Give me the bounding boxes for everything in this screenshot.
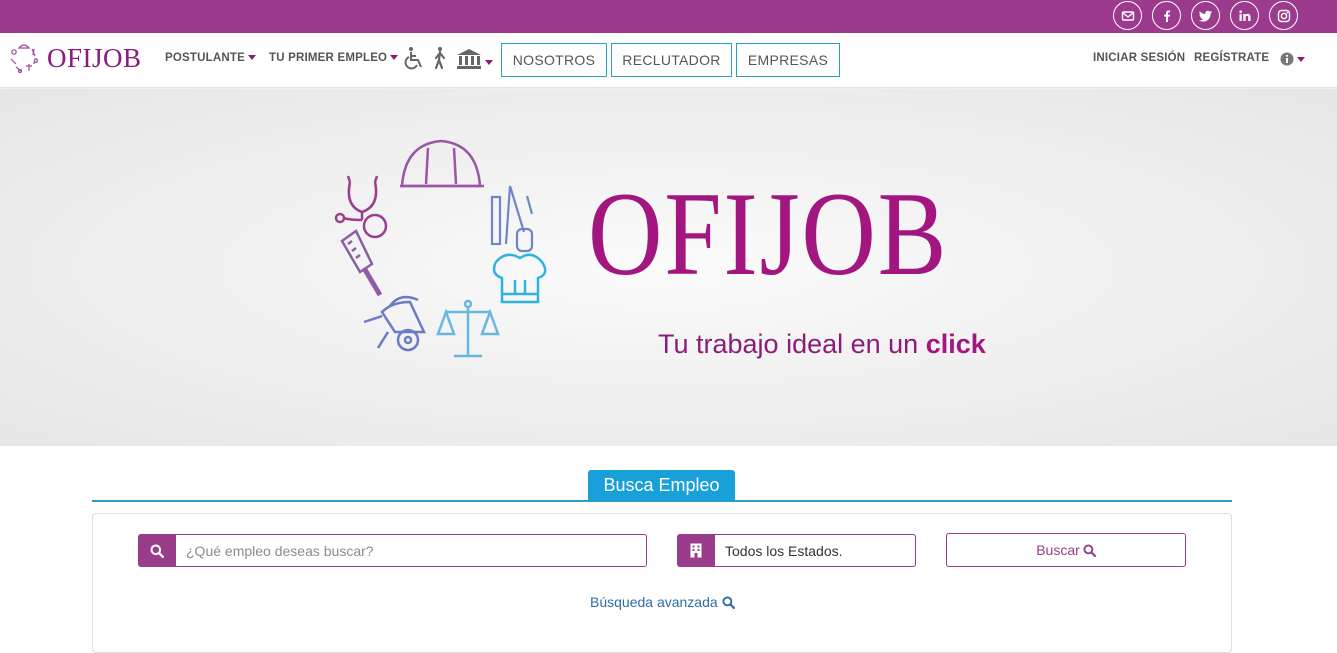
tagline-bold: click — [925, 329, 986, 359]
email-icon[interactable] — [1113, 1, 1142, 30]
register-link[interactable]: REGÍSTRATE — [1194, 52, 1269, 64]
paint-brush-icon — [340, 229, 383, 297]
search-button[interactable]: Buscar — [946, 533, 1186, 567]
chef-hat-icon — [492, 253, 547, 304]
social-bar — [0, 0, 1337, 33]
tagline-text: Tu trabajo ideal en un — [658, 329, 926, 359]
search-icon — [722, 595, 735, 609]
login-link[interactable]: INICIAR SESIÓN — [1093, 52, 1185, 64]
info-icon — [1280, 52, 1294, 66]
nav-reclutador-button[interactable]: RECLUTADOR — [611, 43, 732, 77]
brand-emblem-icon — [10, 44, 38, 74]
professions-illustration — [334, 139, 547, 358]
caret-down-icon — [485, 59, 493, 65]
building-addon — [677, 534, 715, 567]
search-icon — [150, 544, 164, 558]
hard-hat-icon — [400, 139, 484, 188]
wheelchair-icon[interactable] — [403, 46, 427, 77]
tab-busca-empleo[interactable]: Busca Empleo — [588, 470, 735, 501]
twitter-icon[interactable] — [1191, 1, 1220, 30]
building-icon — [690, 543, 702, 558]
advanced-search-label: Búsqueda avanzada — [590, 594, 718, 610]
brand-logo[interactable]: OFIJOB — [8, 40, 142, 76]
nav-postulante-dropdown[interactable]: POSTULANTE — [165, 52, 256, 64]
pedestrian-icon[interactable] — [431, 46, 449, 77]
job-search-group — [138, 534, 647, 567]
nav-nosotros-button[interactable]: NOSOTROS — [501, 43, 607, 77]
search-button-label: Buscar — [1036, 542, 1080, 558]
caret-down-icon — [1297, 56, 1305, 62]
info-dropdown[interactable] — [1280, 52, 1305, 66]
nav-primer-empleo-label: TU PRIMER EMPLEO — [269, 52, 388, 64]
linkedin-icon[interactable] — [1230, 1, 1259, 30]
advanced-search-link[interactable]: Búsqueda avanzada — [590, 594, 735, 610]
main-navbar: OFIJOB POSTULANTE TU PRIMER EMPLEO NOSOT… — [0, 33, 1337, 88]
drafting-tools-icon — [490, 185, 534, 253]
institution-dropdown[interactable] — [456, 48, 493, 70]
search-icon — [1083, 543, 1096, 557]
nav-empresas-button[interactable]: EMPRESAS — [736, 43, 840, 77]
hero-tagline: Tu trabajo ideal en un click — [658, 329, 986, 360]
job-search-input[interactable] — [176, 534, 647, 567]
instagram-icon[interactable] — [1269, 1, 1298, 30]
wheelbarrow-icon — [363, 295, 426, 352]
search-addon — [138, 534, 176, 567]
nav-primer-empleo-dropdown[interactable]: TU PRIMER EMPLEO — [269, 52, 399, 64]
facebook-icon[interactable] — [1152, 1, 1181, 30]
caret-down-icon — [247, 55, 256, 61]
caret-down-icon — [390, 55, 399, 61]
hero-banner: OFIJOB Tu trabajo ideal en un click — [0, 89, 1337, 446]
hero-title: OFIJOB — [588, 167, 949, 300]
nav-postulante-label: POSTULANTE — [165, 52, 245, 64]
brand-name: OFIJOB — [47, 42, 142, 73]
bank-icon — [457, 49, 481, 69]
state-select[interactable]: Todos los Estados. — [715, 534, 916, 567]
state-select-group: Todos los Estados. — [677, 534, 916, 567]
stethoscope-icon — [334, 175, 388, 239]
justice-scales-icon — [436, 299, 500, 358]
